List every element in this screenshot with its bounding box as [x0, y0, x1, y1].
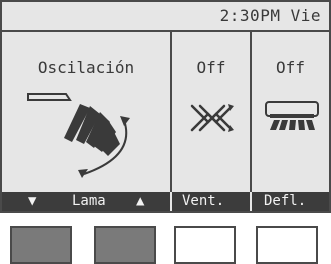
function-button-3[interactable] — [174, 226, 236, 264]
vent-panel: Off — [170, 32, 250, 192]
lama-label: Lama — [72, 193, 106, 209]
softkey-divider — [250, 192, 252, 211]
swing-panel: Oscilación — [2, 32, 170, 192]
defl-softkey[interactable]: Defl. — [264, 192, 306, 211]
lama-down-softkey[interactable]: ▼ — [28, 192, 36, 211]
vent-softkey[interactable]: Vent. — [182, 192, 224, 211]
softkey-divider — [170, 192, 172, 211]
swing-vane-icon — [27, 93, 130, 178]
softkey-bar: ▼ Lama ▲ Vent. Defl. — [2, 192, 329, 211]
function-button-1[interactable] — [10, 226, 72, 264]
clock: 2:30PM Vie — [220, 6, 321, 25]
function-button-2[interactable] — [94, 226, 156, 264]
clock-time: 2:30PM — [219, 6, 281, 25]
ventilation-off-icon — [190, 104, 234, 132]
clock-day: Vie — [290, 6, 321, 25]
air-deflector-icon — [265, 101, 319, 130]
vent-title: Off — [196, 58, 226, 77]
swing-title: Oscilación — [37, 58, 135, 77]
deflector-title: Off — [276, 58, 305, 77]
deflector-panel: Off — [250, 32, 329, 192]
function-button-4[interactable] — [256, 226, 318, 264]
lcd-screen: 2:30PM Vie Oscilación Off Off ▼ Lama ▲ V… — [0, 0, 331, 213]
status-bar: 2:30PM Vie — [2, 2, 329, 32]
lama-up-softkey[interactable]: ▲ — [136, 192, 144, 211]
